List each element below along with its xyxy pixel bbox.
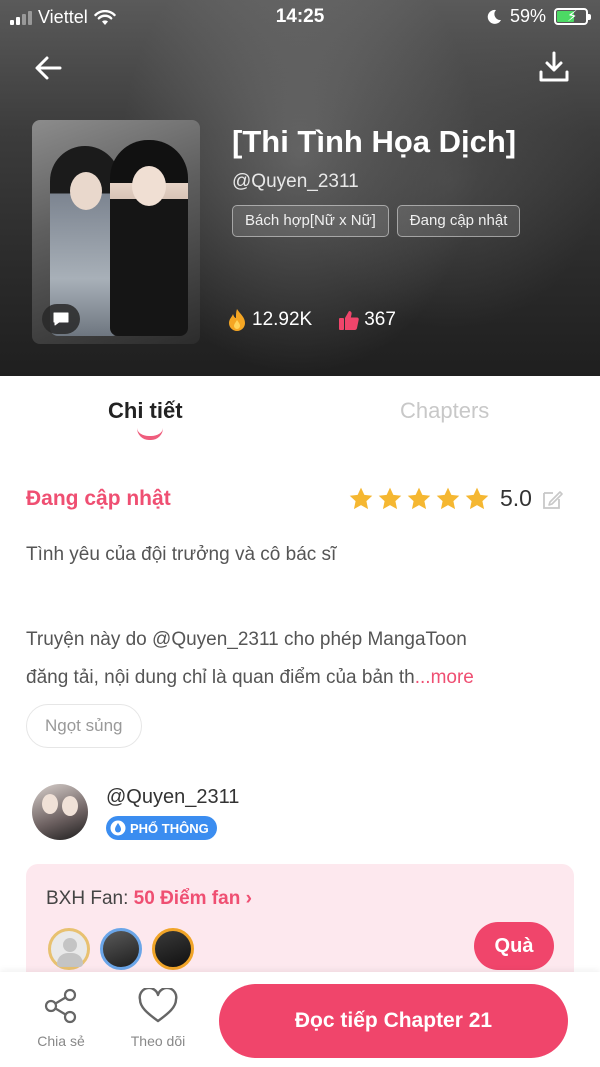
- fan-points: 50 Điểm fan: [133, 888, 241, 909]
- fan-ranking-card: BXH Fan: 50 Điểm fan › Quà: [26, 864, 574, 984]
- status-right: 59% ⚡: [486, 6, 591, 27]
- book-cover[interactable]: [32, 120, 200, 344]
- fan-avatar[interactable]: [100, 928, 142, 970]
- more-link[interactable]: ...more: [415, 667, 474, 688]
- cover-face: [70, 172, 102, 210]
- download-icon[interactable]: [538, 50, 570, 84]
- copyright-line-text: đăng tải, nội dung chỉ là quan điểm của …: [26, 667, 415, 688]
- level-badge: PHỔ THÔNG: [106, 816, 217, 840]
- book-stats: 12.92K 367: [226, 308, 396, 332]
- share-label: Chia sẻ: [37, 1033, 85, 1049]
- edit-rating-icon[interactable]: [541, 488, 563, 510]
- share-button[interactable]: Chia sẻ: [26, 988, 96, 1049]
- star-icon: [378, 487, 402, 510]
- battery-percent: 59%: [509, 6, 546, 26]
- star-icon: [407, 487, 431, 510]
- book-tags: Bách hợp[Nữ x Nữ] Đang cập nhật: [232, 205, 521, 237]
- cover-face: [132, 166, 166, 206]
- book-header: Viettel 14:25 59% ⚡ [Thi Tình Họa Dịch] …: [0, 0, 600, 376]
- fan-avatar[interactable]: [152, 928, 194, 970]
- book-title: [Thi Tình Họa Dịch]: [232, 124, 517, 159]
- star-icon: [436, 487, 460, 510]
- follow-button[interactable]: Theo dõi: [123, 986, 193, 1049]
- likes-count: 367: [364, 309, 396, 330]
- moon-icon: [487, 9, 501, 24]
- thumbs-up-icon: [339, 311, 360, 330]
- avatar[interactable]: [32, 784, 88, 840]
- author-name[interactable]: @Quyen_2311: [106, 786, 239, 809]
- bottom-action-bar: Chia sẻ Theo dõi Đọc tiếp Chapter 21: [0, 972, 600, 1067]
- heart-icon: [138, 986, 178, 1023]
- top-fans: [48, 928, 194, 970]
- tag-status[interactable]: Đang cập nhật: [396, 205, 521, 237]
- copyright-line: đăng tải, nội dung chỉ là quan điểm của …: [26, 659, 566, 697]
- genre-chip[interactable]: Ngọt sủng: [26, 704, 142, 748]
- views-stat: 12.92K: [226, 308, 312, 332]
- star-icon: [465, 487, 489, 510]
- book-author[interactable]: @Quyen_2311: [232, 171, 359, 193]
- copyright-notice: Truyện này do @Quyen_2311 cho phép Manga…: [26, 621, 566, 697]
- level-label: PHỔ THÔNG: [130, 820, 209, 836]
- status-bar: Viettel 14:25 59% ⚡: [0, 0, 600, 34]
- gift-button[interactable]: Quà: [474, 922, 554, 970]
- book-description: Tình yêu của đội trưởng và cô bác sĩ: [26, 544, 337, 565]
- water-drop-icon: [110, 820, 126, 836]
- tag-genre[interactable]: Bách hợp[Nữ x Nữ]: [232, 205, 389, 237]
- chevron-right-icon: ›: [245, 888, 252, 909]
- content-tabs: Chi tiết Chapters: [0, 376, 600, 446]
- update-status: Đang cập nhật: [26, 487, 171, 510]
- tab-details[interactable]: Chi tiết: [108, 398, 183, 424]
- views-count: 12.92K: [252, 309, 313, 330]
- fire-icon: [229, 309, 245, 331]
- star-icon: [349, 487, 373, 510]
- fan-ranking-label: BXH Fan:: [46, 888, 129, 909]
- battery-icon: ⚡: [554, 8, 591, 25]
- continue-reading-button[interactable]: Đọc tiếp Chapter 21: [219, 984, 568, 1058]
- tab-chapters[interactable]: Chapters: [400, 398, 489, 424]
- fan-avatar[interactable]: [48, 928, 90, 970]
- follow-label: Theo dõi: [130, 1033, 186, 1049]
- copyright-line: Truyện này do @Quyen_2311 cho phép Manga…: [26, 629, 467, 650]
- fan-ranking-link[interactable]: BXH Fan: 50 Điểm fan ›: [46, 888, 252, 910]
- rating-value: 5.0: [500, 485, 532, 511]
- comment-bubble-icon[interactable]: [42, 304, 80, 334]
- likes-stat: 367: [338, 309, 396, 331]
- share-icon: [44, 988, 77, 1024]
- rating-stars: [348, 486, 490, 512]
- back-arrow-icon[interactable]: [30, 50, 66, 86]
